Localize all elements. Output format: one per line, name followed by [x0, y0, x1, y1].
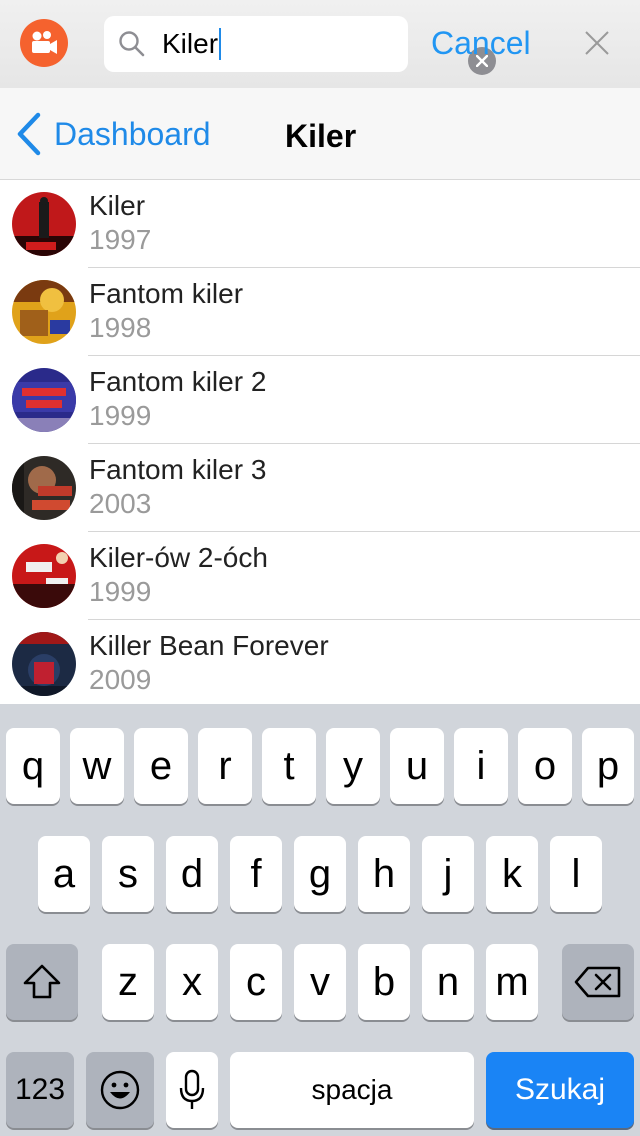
poster-thumbnail	[12, 192, 76, 256]
emoji-icon	[100, 1070, 140, 1110]
result-title: Fantom kiler 3	[89, 454, 267, 485]
result-year: 2003	[89, 488, 152, 519]
key-d[interactable]: d	[166, 836, 218, 912]
key-u[interactable]: u	[390, 728, 444, 804]
back-button-label: Dashboard	[54, 116, 211, 152]
results-list: Kiler 1997 Fantom kiler 1998 Fantom kile…	[0, 180, 640, 704]
result-row[interactable]: Killer Bean Forever 2009	[0, 620, 640, 704]
key-t[interactable]: t	[262, 728, 316, 804]
key-a[interactable]: a	[38, 836, 90, 912]
poster-thumbnail	[12, 544, 76, 608]
key-b[interactable]: b	[358, 944, 410, 1020]
key-c[interactable]: c	[230, 944, 282, 1020]
result-year: 1999	[89, 576, 152, 607]
search-screen: Kiler Cancel Dashboard Kiler Kiler 1997 …	[0, 0, 640, 1136]
result-year: 1998	[89, 312, 152, 343]
back-button[interactable]: Dashboard	[16, 112, 211, 156]
result-year: 2009	[89, 664, 152, 695]
result-title: Fantom kiler	[89, 278, 244, 309]
page-title: Kiler	[285, 118, 357, 154]
key-e[interactable]: e	[134, 728, 188, 804]
result-title: Kiler-ów 2-óch	[89, 542, 268, 573]
dictation-key[interactable]	[166, 1052, 218, 1128]
key-y[interactable]: y	[326, 728, 380, 804]
result-title: Kiler	[89, 190, 146, 221]
key-z[interactable]: z	[102, 944, 154, 1020]
key-f[interactable]: f	[230, 836, 282, 912]
key-r[interactable]: r	[198, 728, 252, 804]
key-h[interactable]: h	[358, 836, 410, 912]
space-key[interactable]: spacja	[230, 1052, 474, 1128]
chevron-left-icon	[17, 112, 41, 156]
key-o[interactable]: o	[518, 728, 572, 804]
key-i[interactable]: i	[454, 728, 508, 804]
result-title: Fantom kiler 2	[89, 366, 267, 397]
result-row[interactable]: Fantom kiler 2 1999	[0, 356, 640, 444]
result-row[interactable]: Fantom kiler 1998	[0, 268, 640, 356]
microphone-icon	[179, 1069, 205, 1109]
result-row[interactable]: Kiler 1997	[0, 180, 640, 268]
movie-camera-icon	[32, 31, 57, 54]
key-p[interactable]: p	[582, 728, 634, 804]
key-s[interactable]: s	[102, 836, 154, 912]
search-key[interactable]: Szukaj	[486, 1052, 634, 1128]
emoji-key[interactable]	[86, 1052, 154, 1128]
search-bar: Kiler Cancel	[0, 0, 640, 88]
numbers-key[interactable]: 123	[6, 1052, 74, 1128]
key-n[interactable]: n	[422, 944, 474, 1020]
backspace-key[interactable]	[562, 944, 634, 1020]
poster-thumbnail	[12, 632, 76, 696]
result-year: 1999	[89, 400, 152, 431]
search-input-value: Kiler	[162, 28, 222, 60]
key-m[interactable]: m	[486, 944, 538, 1020]
key-j[interactable]: j	[422, 836, 474, 912]
poster-thumbnail	[12, 280, 76, 344]
shift-key[interactable]	[6, 944, 78, 1020]
result-title: Killer Bean Forever	[89, 630, 329, 661]
key-w[interactable]: w	[70, 728, 124, 804]
navigation-bar: Dashboard Kiler	[0, 88, 640, 180]
search-input[interactable]: Kiler	[104, 16, 496, 75]
result-row[interactable]: Kiler-ów 2-óch 1999	[0, 532, 640, 620]
key-g[interactable]: g	[294, 836, 346, 912]
app-logo[interactable]	[20, 19, 68, 67]
cancel-button[interactable]: Cancel	[431, 24, 531, 62]
key-l[interactable]: l	[550, 836, 602, 912]
text-caret	[219, 28, 222, 60]
poster-thumbnail	[12, 368, 76, 432]
search-icon	[119, 31, 145, 57]
result-year: 1997	[89, 224, 152, 255]
poster-thumbnail	[12, 456, 76, 520]
close-icon[interactable]	[584, 30, 610, 56]
result-row[interactable]: Fantom kiler 3 2003	[0, 444, 640, 532]
key-v[interactable]: v	[294, 944, 346, 1020]
on-screen-keyboard: q w e r t y u i o p a s d f g h j k l z …	[0, 704, 640, 1136]
key-k[interactable]: k	[486, 836, 538, 912]
shift-arrow-icon	[23, 964, 61, 999]
backspace-icon	[574, 966, 621, 998]
key-x[interactable]: x	[166, 944, 218, 1020]
key-q[interactable]: q	[6, 728, 60, 804]
